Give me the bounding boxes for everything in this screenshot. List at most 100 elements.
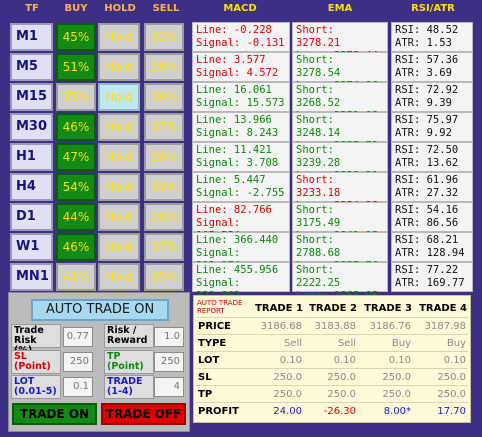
report-row-divider	[196, 317, 468, 318]
rsi-value: RSI: 54.16	[395, 204, 459, 216]
macd-cell: Line: 455.956 Signal: 321.862	[192, 262, 290, 302]
auto-trade-button[interactable]: AUTO TRADE ON	[31, 299, 169, 321]
tf-label: W1	[10, 233, 53, 261]
macd-signal: Signal: -0.131	[196, 37, 285, 49]
sell-percent: 32%	[144, 23, 184, 51]
macd-line: Line: -0.228	[196, 24, 272, 36]
report-cell: 250.0	[327, 372, 356, 383]
atr-value: ATR: 128.94	[395, 247, 465, 259]
timeframe-row: M30 46% Hold 37% Line: 13.966 Signal: 8.…	[0, 112, 482, 152]
buy-percent: 45%	[56, 23, 96, 51]
rsi-atr-cell: RSI: 72.92 ATR: 9.39	[391, 82, 473, 112]
timeframe-row: H4 54% Hold 30% Line: 5.447 Signal: -2.7…	[0, 172, 482, 212]
macd-signal: Signal: 15.573	[196, 97, 285, 109]
header-hold: HOLD	[104, 3, 136, 14]
sell-percent: 28%	[144, 53, 184, 81]
atr-value: ATR: 9.39	[395, 97, 452, 109]
report-cell: 3186.68	[260, 321, 302, 332]
tf-label: H4	[10, 173, 53, 201]
header-rsi-atr: RSI/ATR	[411, 3, 455, 14]
macd-line: Line: 455.956	[196, 264, 279, 276]
report-title: AUTO TRADE REPORT	[197, 299, 243, 315]
risk-reward-input[interactable]: 1.0	[154, 327, 184, 347]
macd-line: Line: 16.061	[196, 84, 272, 96]
macd-cell: Line: 3.577 Signal: 4.572	[192, 52, 290, 82]
rsi-atr-cell: RSI: 77.22 ATR: 169.77	[391, 262, 473, 292]
macd-line: Line: 3.577	[196, 54, 266, 66]
ema-cell: Short: 3239.28 Long: 3228.21	[292, 142, 388, 182]
tf-label: M15	[10, 83, 53, 111]
hold-indicator: Hold	[98, 23, 140, 51]
table-header: TF BUY HOLD SELL MACD EMA RSI/ATR	[0, 0, 482, 18]
auto-trade-report: AUTO TRADE REPORT TRADE 1 TRADE 2 TRADE 3 T…	[193, 295, 471, 423]
macd-line: Line: 13.966	[196, 114, 272, 126]
report-row-divider	[196, 368, 468, 369]
macd-line: Line: 11.421	[196, 144, 272, 156]
hold-indicator: Hold	[98, 143, 140, 171]
tp-input[interactable]: 250	[154, 352, 184, 372]
ema-short: Short: 3175.49	[296, 204, 341, 229]
ema-short: Short: 3278.21	[296, 24, 341, 49]
report-cell: Buy	[391, 338, 411, 349]
macd-cell: Line: 11.421 Signal: 3.708	[192, 142, 290, 172]
report-row-label: PRICE	[198, 321, 231, 332]
ema-cell: Short: 3175.49 Long: 2841.15	[292, 202, 388, 242]
report-row-divider	[196, 402, 468, 403]
report-cell: 0.10	[333, 355, 356, 366]
tf-label: M5	[10, 53, 53, 81]
trade-off-button[interactable]: TRADE OFF	[101, 403, 186, 425]
buy-percent: 51%	[56, 53, 96, 81]
report-cell: 250.0	[437, 389, 466, 400]
trade-count-input[interactable]: 4	[154, 377, 184, 397]
report-cell: 0.10	[443, 355, 466, 366]
report-cell: Sell	[283, 338, 302, 349]
hold-indicator: Hold	[98, 53, 140, 81]
trade-risk-input[interactable]: 0.77	[63, 327, 93, 347]
timeframe-row: H1 47% Hold 26% Line: 11.421 Signal: 3.7…	[0, 142, 482, 182]
rsi-atr-cell: RSI: 68.21 ATR: 128.94	[391, 232, 473, 262]
ema-cell: Short: 3233.18 Long: 3254.38	[292, 172, 388, 212]
report-row-label: TP	[198, 389, 213, 400]
report-cell: 250.0	[382, 389, 411, 400]
tf-label: H1	[10, 143, 53, 171]
atr-value: ATR: 169.77	[395, 277, 465, 289]
trade-on-button[interactable]: TRADE ON	[12, 403, 97, 425]
macd-cell: Line: 366.440 Signal: 311.974	[192, 232, 290, 272]
rsi-atr-cell: RSI: 61.96 ATR: 27.32	[391, 172, 473, 202]
macd-signal: Signal: -2.755	[196, 187, 285, 199]
hold-indicator: Hold	[98, 233, 140, 261]
report-cell: 24.00	[273, 406, 302, 417]
rsi-value: RSI: 57.36	[395, 54, 459, 66]
ema-short: Short: 3278.54	[296, 54, 341, 79]
ema-short: Short: 2788.68	[296, 234, 341, 259]
sell-percent: 26%	[144, 203, 184, 231]
header-macd: MACD	[223, 3, 257, 14]
report-row-divider	[196, 334, 468, 335]
report-row-label: SL	[198, 372, 212, 383]
ema-cell: Short: 3248.14 Long: 3235.72	[292, 112, 388, 152]
ema-cell: Short: 3268.52 Long: 3251.08	[292, 82, 388, 122]
rsi-atr-cell: RSI: 72.50 ATR: 13.62	[391, 142, 473, 172]
macd-line: Line: 366.440	[196, 234, 279, 246]
atr-value: ATR: 3.69	[395, 67, 452, 79]
report-cell: 17.70	[437, 406, 466, 417]
macd-signal: Signal: 4.572	[196, 67, 279, 79]
header-buy: BUY	[64, 3, 88, 14]
control-panel: AUTO TRADE ON Trade Risk (%) 0.77 Risk /…	[8, 292, 190, 432]
report-column-header: TRADE 3	[364, 303, 412, 314]
sl-input[interactable]: 250	[63, 352, 93, 372]
tf-label: M30	[10, 113, 53, 141]
macd-cell: Line: 5.447 Signal: -2.755	[192, 172, 290, 202]
buy-percent: 44%	[56, 203, 96, 231]
sell-percent: 26%	[144, 143, 184, 171]
report-cell: 0.10	[388, 355, 411, 366]
report-row-label: PROFIT	[198, 406, 239, 417]
tp-label: TP (Point)	[104, 350, 154, 374]
hold-indicator: Hold	[98, 173, 140, 201]
sell-percent: 37%	[144, 233, 184, 261]
ema-cell: Short: 3278.21 Long: 3278.44	[292, 22, 388, 62]
lot-input[interactable]: 0.1	[63, 377, 93, 397]
macd-cell: Line: -0.228 Signal: -0.131	[192, 22, 290, 52]
rsi-value: RSI: 77.22	[395, 264, 459, 276]
rsi-value: RSI: 72.92	[395, 84, 459, 96]
